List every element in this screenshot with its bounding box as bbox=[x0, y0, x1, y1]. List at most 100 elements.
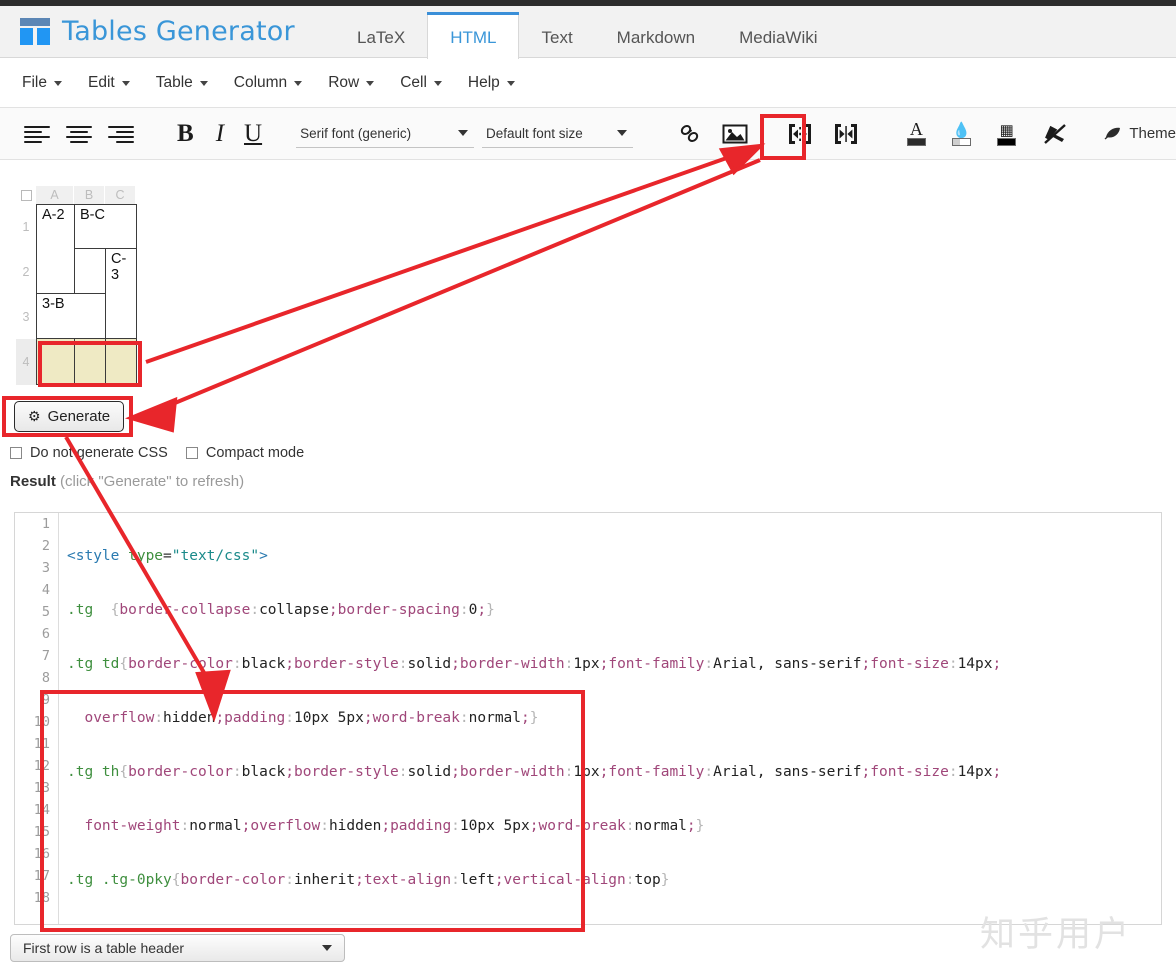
line-number: 8 bbox=[41, 670, 50, 686]
row-header-4[interactable]: 4 bbox=[16, 339, 36, 385]
menu-row-label: Row bbox=[328, 74, 360, 91]
grid-cell-c2[interactable]: C-3 bbox=[105, 248, 137, 339]
grid-cell-a4[interactable] bbox=[36, 338, 75, 385]
line-number: 5 bbox=[41, 604, 50, 620]
row-header-2[interactable]: 2 bbox=[16, 249, 36, 294]
clear-formatting-icon[interactable] bbox=[1042, 122, 1068, 146]
generate-button[interactable]: ⚙ Generate bbox=[14, 401, 125, 432]
app-header: Tables Generator LaTeX HTML Text Markdow… bbox=[0, 6, 1176, 65]
menu-bar: File Edit Table Column Row Cell Help bbox=[0, 59, 1176, 108]
image-icon[interactable] bbox=[722, 123, 748, 145]
tab-latex[interactable]: LaTeX bbox=[335, 12, 427, 64]
code-line-5: .tg th{border-color:black;border-style:s… bbox=[67, 764, 1002, 780]
gears-icon: ⚙ bbox=[28, 408, 41, 424]
code-output-editor[interactable]: 1 2 3 4 5 6 7 8 9 10 11 12 13 14 15 16 1… bbox=[14, 512, 1162, 925]
font-family-select[interactable]: Serif font (generic) bbox=[296, 120, 474, 148]
menu-column-label: Column bbox=[233, 74, 288, 91]
menu-edit[interactable]: Edit bbox=[88, 74, 130, 92]
theme-button[interactable]: Theme bbox=[1104, 125, 1176, 142]
grid-column-headers: A B C bbox=[16, 186, 137, 204]
col-header-b[interactable]: B bbox=[74, 186, 105, 204]
menu-cell[interactable]: Cell bbox=[400, 74, 442, 92]
app-logo[interactable]: Tables Generator bbox=[18, 14, 295, 48]
format-toolbar: B I U Serif font (generic) Default font … bbox=[0, 108, 1176, 160]
menu-file[interactable]: File bbox=[22, 74, 62, 92]
link-icon[interactable] bbox=[678, 123, 702, 145]
tab-markdown[interactable]: Markdown bbox=[595, 12, 717, 64]
underline-button[interactable]: U bbox=[244, 120, 262, 148]
line-number: 11 bbox=[33, 736, 50, 752]
table-logo-icon bbox=[18, 14, 52, 48]
compact-mode-checkbox[interactable]: Compact mode bbox=[185, 445, 305, 461]
chevron-down-icon bbox=[53, 80, 62, 86]
fill-color-icon[interactable]: 💧 bbox=[950, 121, 973, 147]
merge-cells-icon[interactable] bbox=[787, 122, 813, 146]
tab-html[interactable]: HTML bbox=[427, 12, 520, 65]
do-not-generate-css-checkbox[interactable]: Do not generate CSS bbox=[10, 445, 168, 461]
chevron-down-icon bbox=[199, 80, 208, 86]
chevron-down-icon bbox=[433, 80, 442, 86]
compact-mode-label: Compact mode bbox=[205, 445, 305, 461]
tab-text[interactable]: Text bbox=[519, 12, 594, 64]
code-line-1: <style type="text/css"> bbox=[67, 548, 268, 564]
border-color-icon[interactable]: ▦ bbox=[995, 121, 1018, 147]
chevron-down-icon bbox=[322, 945, 332, 951]
line-number: 13 bbox=[33, 780, 50, 796]
page-root: Tables Generator LaTeX HTML Text Markdow… bbox=[0, 0, 1176, 970]
menu-file-label: File bbox=[22, 74, 47, 91]
menu-column[interactable]: Column bbox=[233, 74, 303, 92]
row-header-1[interactable]: 1 bbox=[16, 204, 36, 249]
grid-cell-a1[interactable]: A-2 bbox=[36, 204, 75, 294]
arrow-head-generate bbox=[124, 396, 178, 433]
code-line-6: font-weight:normal;overflow:hidden;paddi… bbox=[84, 818, 705, 834]
line-number: 7 bbox=[41, 648, 50, 664]
menu-table[interactable]: Table bbox=[156, 74, 208, 92]
line-number: 6 bbox=[41, 626, 50, 642]
grid-cell-a3[interactable]: 3-B bbox=[36, 293, 106, 339]
align-left-icon[interactable] bbox=[24, 125, 50, 144]
watermark: 知乎用户 bbox=[980, 915, 1133, 955]
italic-label: I bbox=[215, 119, 225, 147]
menu-help[interactable]: Help bbox=[468, 74, 515, 92]
chevron-down-icon bbox=[366, 80, 375, 86]
text-color-icon[interactable]: A bbox=[905, 119, 928, 147]
arrow-line-generate-to-merge bbox=[145, 158, 761, 417]
align-center-icon[interactable] bbox=[66, 125, 92, 144]
do-not-generate-css-label: Do not generate CSS bbox=[30, 445, 168, 461]
underline-label: U bbox=[244, 119, 263, 147]
line-number: 12 bbox=[33, 758, 50, 774]
chevron-down-icon bbox=[294, 80, 303, 86]
menu-row[interactable]: Row bbox=[328, 74, 375, 92]
row-header-3[interactable]: 3 bbox=[16, 294, 36, 339]
line-number: 3 bbox=[41, 560, 50, 576]
line-number: 9 bbox=[41, 692, 50, 708]
tab-mediawiki-label: MediaWiki bbox=[739, 28, 818, 47]
split-cell-icon[interactable] bbox=[833, 122, 859, 146]
tab-mediawiki[interactable]: MediaWiki bbox=[717, 12, 839, 64]
grid-cell-b1[interactable]: B-C bbox=[74, 204, 137, 249]
tab-text-label: Text bbox=[541, 28, 573, 47]
align-right-icon[interactable] bbox=[108, 125, 134, 144]
grid-cell-b4[interactable] bbox=[74, 338, 106, 385]
table-header-mode-select[interactable]: First row is a table header bbox=[10, 934, 345, 962]
arrow-line-row-to-merge bbox=[145, 152, 739, 364]
font-family-value: Serif font (generic) bbox=[300, 125, 412, 141]
bold-button[interactable]: B bbox=[177, 120, 194, 148]
grid-cell-c4[interactable] bbox=[105, 338, 137, 385]
code-content: <style type="text/css"> .tg {border-coll… bbox=[67, 513, 1161, 924]
line-number: 16 bbox=[33, 846, 50, 862]
line-number-gutter: 1 2 3 4 5 6 7 8 9 10 11 12 13 14 15 16 1… bbox=[15, 513, 59, 924]
italic-button[interactable]: I bbox=[216, 120, 224, 148]
line-number: 15 bbox=[33, 824, 50, 840]
font-size-select[interactable]: Default font size bbox=[481, 120, 633, 148]
checkbox-box bbox=[10, 447, 22, 459]
format-tabs: LaTeX HTML Text Markdown MediaWiki bbox=[335, 12, 840, 65]
tab-latex-label: LaTeX bbox=[357, 28, 406, 47]
grid-cell-b2[interactable] bbox=[74, 248, 106, 294]
col-header-c[interactable]: C bbox=[105, 186, 136, 204]
col-header-a[interactable]: A bbox=[36, 186, 74, 204]
generate-options: Do not generate CSS Compact mode bbox=[10, 445, 304, 461]
line-number: 2 bbox=[41, 538, 50, 554]
select-all-checkbox[interactable] bbox=[16, 186, 36, 204]
chevron-down-icon bbox=[121, 80, 130, 86]
